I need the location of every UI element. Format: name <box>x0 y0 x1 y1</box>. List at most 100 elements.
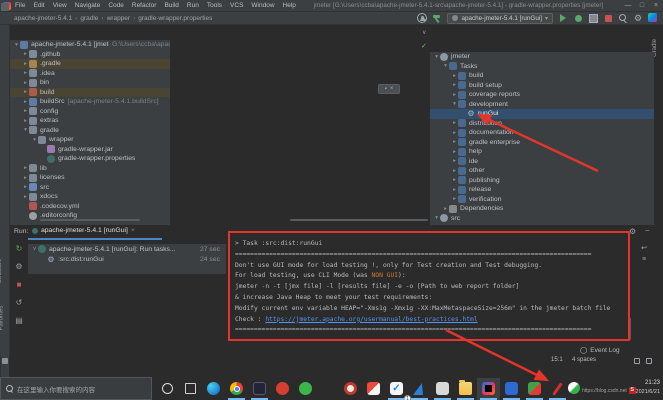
menu-item[interactable]: Window <box>251 2 274 9</box>
taskbar-app-button[interactable] <box>225 378 248 400</box>
project-tree-item[interactable]: ▸ lib <box>10 164 170 174</box>
event-log-button[interactable]: ◯ Event Log <box>580 346 620 355</box>
gradle-tree-item[interactable]: runGui <box>430 109 654 119</box>
chevron-icon[interactable]: ▸ <box>22 89 29 95</box>
chevron-icon[interactable]: ▸ <box>451 139 458 145</box>
gradle-tree-item[interactable]: ▸ build setup <box>430 81 654 91</box>
close-tab-icon[interactable]: × <box>131 227 135 234</box>
project-tree-item[interactable]: ▸ extras <box>10 116 170 126</box>
coverage-icon[interactable] <box>588 13 598 23</box>
chevron-icon[interactable]: ▸ <box>22 99 29 105</box>
gradle-tree-item[interactable]: ▸ documentation <box>430 128 654 138</box>
chevron-icon[interactable]: ▸ <box>451 177 458 183</box>
minimize-icon[interactable]: — <box>621 2 635 9</box>
run-settings-gear-icon[interactable]: ⚙ <box>629 227 636 236</box>
chevron-icon[interactable]: ▸ <box>22 118 29 124</box>
gradle-tree-item[interactable]: ▸ build <box>430 71 654 81</box>
taskbar-search-box[interactable]: 在这里输入你要搜索的内容 <box>0 377 152 400</box>
chevron-icon[interactable]: ▸ <box>22 194 29 200</box>
gradle-tree-item[interactable]: ▾ Tasks <box>430 62 654 72</box>
favorites-toolwindow-button[interactable]: Favorites <box>0 306 4 331</box>
project-tree-item[interactable]: gradle-wrapper.properties <box>10 154 170 164</box>
gradle-tree-item[interactable]: ▾ development <box>430 100 654 110</box>
encoding-icon[interactable] <box>634 358 640 364</box>
gradle-tree-item[interactable]: ▸ gradle enterprise <box>430 138 654 148</box>
chevron-icon[interactable]: ▸ <box>22 80 29 86</box>
taskbar-app-button[interactable] <box>179 378 202 400</box>
taskbar-clock[interactable]: 21:23 2021/6/21 <box>636 379 660 397</box>
chevron-icon[interactable]: ▾ <box>442 63 449 69</box>
gradle-tree-item[interactable]: ▾ src <box>430 214 654 224</box>
taskbar-app-button[interactable] <box>317 378 339 400</box>
build-hammer-icon[interactable] <box>432 13 442 23</box>
taskbar-app-button[interactable]: 1 <box>385 378 411 400</box>
restore-layout-icon[interactable]: ↺ <box>10 298 28 307</box>
chevron-icon[interactable]: ▸ <box>451 73 458 79</box>
indent-setting[interactable]: 4 spaces <box>572 357 596 363</box>
chevron-icon[interactable]: ▾ <box>31 137 38 143</box>
stop-icon[interactable]: ■ <box>10 280 28 289</box>
gradle-tree-item[interactable]: ▸ other <box>430 166 654 176</box>
run-tab[interactable]: apache-jmeter-5.4.1 [runGui] × <box>32 227 135 234</box>
console-vscrollbar[interactable] <box>628 318 631 340</box>
chevron-icon[interactable]: ▾ <box>22 127 29 133</box>
chevron-icon[interactable]: ▸ <box>451 120 458 126</box>
rerun-icon[interactable]: ↻ <box>10 244 28 253</box>
user-icon[interactable] <box>417 13 428 23</box>
taskbar-app-button[interactable] <box>271 378 294 400</box>
run-console[interactable]: > Task :src:dist:runGui ================… <box>228 225 634 344</box>
project-tree-item[interactable]: ▸ buildSrc [apache-jmeter-5.4.1.buildSrc… <box>10 97 170 107</box>
chevron-icon[interactable]: ▾ <box>13 42 20 48</box>
menu-item[interactable]: Navigate <box>75 2 101 9</box>
project-tree-item[interactable]: gradle-wrapper.jar <box>10 145 170 155</box>
chevron-icon[interactable]: ▸ <box>22 165 29 171</box>
close-icon[interactable]: × <box>649 2 663 9</box>
stop-icon[interactable] <box>603 13 613 23</box>
taskbar-app-button[interactable] <box>523 378 546 400</box>
chevron-icon[interactable]: ▸ <box>451 82 458 88</box>
taskbar-app-button[interactable] <box>477 377 500 400</box>
menu-item[interactable]: Refactor <box>132 2 157 9</box>
structure-toolwindow-button[interactable]: Structure <box>0 259 3 283</box>
chevron-icon[interactable]: ▸ <box>22 51 29 57</box>
gradle-tree-item[interactable]: ▾ jmeter <box>430 52 654 62</box>
chevron-icon[interactable]: ▾ <box>433 54 440 60</box>
gradle-tree-item[interactable]: ▸ distribution <box>430 119 654 129</box>
project-tree-item[interactable]: ▾ gradle <box>10 126 170 136</box>
taskbar-app-button[interactable] <box>339 378 362 400</box>
project-toolwindow-icon[interactable] <box>1 3 9 11</box>
project-tree-item[interactable]: ▸ config <box>10 107 170 117</box>
chevron-icon[interactable]: ▸ <box>451 187 458 193</box>
soft-wrap-icon[interactable]: ↩ <box>636 244 652 252</box>
breadcrumb-item[interactable]: wrapper › <box>107 15 139 22</box>
search-icon[interactable] <box>618 13 628 23</box>
gradle-tree-item[interactable]: ▸ help <box>430 147 654 157</box>
gradle-tree-item[interactable]: ▸ publishing <box>430 176 654 186</box>
settings-icon[interactable] <box>633 13 643 23</box>
taskbar-app-button[interactable] <box>431 378 454 400</box>
build-settings-icon[interactable]: ⚙ <box>10 262 28 271</box>
taskbar-app-button[interactable] <box>248 378 271 400</box>
chevron-icon[interactable]: ▸ <box>22 70 29 76</box>
breadcrumb-item[interactable]: gradle › <box>80 15 106 22</box>
run-tree-item[interactable]: :src:dist:runGui 24 sec <box>28 255 226 266</box>
run-icon[interactable] <box>558 13 568 23</box>
editor-hint-popup[interactable]: ▪ × <box>378 84 400 94</box>
run-tree-item[interactable]: ∨ apache-jmeter-5.4.1 [runGui]: Run task… <box>28 244 226 255</box>
project-tree-item[interactable]: ▸ .gradle <box>10 59 170 69</box>
menu-item[interactable]: Tools <box>207 2 222 9</box>
chevron-icon[interactable]: ▸ <box>451 130 458 136</box>
gradle-tree-item[interactable]: ▸ ide <box>430 157 654 167</box>
taskbar-app-button[interactable] <box>294 378 317 400</box>
project-tree-item[interactable]: ▸ bin <box>10 78 170 88</box>
pin-layout-icon[interactable]: ▤ <box>10 316 28 325</box>
taskbar-app-button[interactable] <box>454 378 477 400</box>
chevron-icon[interactable]: ▾ <box>451 101 458 107</box>
tray-app-icon[interactable] <box>568 382 580 394</box>
project-tree-item[interactable]: ▸ licenses <box>10 173 170 183</box>
gradle-tree-item[interactable]: ▸ release <box>430 185 654 195</box>
project-tree-item[interactable]: ▸ src <box>10 183 170 193</box>
caret-position[interactable]: 15:1 <box>551 357 563 363</box>
menu-item[interactable]: Build <box>164 2 178 9</box>
chevron-icon[interactable]: ▾ <box>433 215 440 221</box>
